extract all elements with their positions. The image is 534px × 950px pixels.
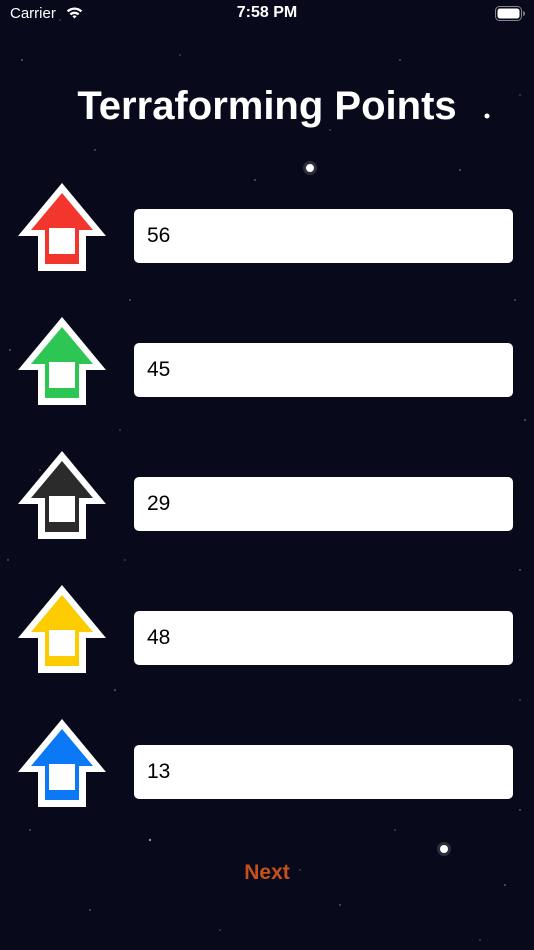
player-row-blue: [0, 717, 534, 809]
player-row-red: [0, 181, 534, 273]
next-button[interactable]: Next: [217, 857, 317, 889]
yellow-points-input[interactable]: [134, 611, 513, 665]
black-points-input[interactable]: [134, 477, 513, 531]
yellow-player-arrow-icon: [18, 585, 106, 673]
black-player-arrow-icon: [18, 451, 106, 539]
battery-icon: [495, 6, 525, 21]
player-row-yellow: [0, 583, 534, 675]
player-row-green: [0, 315, 534, 407]
player-row-black: [0, 449, 534, 541]
blue-player-arrow-icon: [18, 719, 106, 807]
red-player-arrow-icon: [18, 183, 106, 271]
red-points-input[interactable]: [134, 209, 513, 263]
blue-points-input[interactable]: [134, 745, 513, 799]
page-title: Terraforming Points: [77, 84, 457, 128]
green-player-arrow-icon: [18, 317, 106, 405]
status-bar: Carrier 7:58 PM: [0, 0, 534, 28]
green-points-input[interactable]: [134, 343, 513, 397]
status-time: 7:58 PM: [236, 4, 298, 21]
